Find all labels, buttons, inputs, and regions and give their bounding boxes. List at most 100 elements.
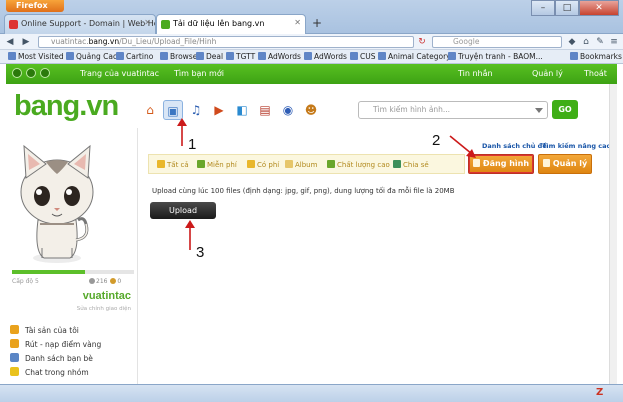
filter-label: Có phí	[257, 161, 280, 169]
page-scrollbar[interactable]	[609, 84, 617, 384]
tab-close-icon[interactable]: ✕	[144, 18, 151, 27]
music-category-icon[interactable]: ♫	[186, 100, 206, 120]
chat-icon	[10, 367, 19, 376]
bookmark-item[interactable]: Browse	[160, 52, 197, 61]
manage-button[interactable]: Quản lý	[538, 154, 592, 174]
browser-statusbar: Z	[0, 384, 623, 402]
address-bar[interactable]: vuatintac.bang.vn/Du_Lieu/Upload_File/Hi…	[38, 36, 414, 48]
filter-paid[interactable]: Có phí	[247, 160, 279, 169]
home-category-icon[interactable]: ⌂	[140, 100, 160, 120]
logo-suffix: .vn	[79, 90, 119, 122]
maximize-button[interactable]: □	[555, 0, 579, 16]
messages-menu[interactable]: Tin nhắn	[458, 69, 493, 78]
wallet-icon	[10, 325, 19, 334]
reload-icon[interactable]: ↻	[416, 36, 428, 48]
upload-instructions: Upload cùng lúc 100 files (định dạng: jp…	[152, 187, 455, 195]
site-logo[interactable]: bang.vn	[14, 90, 119, 123]
user-level: Cấp độ 5	[12, 278, 39, 285]
annotation-number-3: 3	[196, 244, 205, 261]
close-window-button[interactable]: ✕	[579, 0, 619, 16]
left-sidebar: Cấp độ 5 216 0 vuatintac Sửa chính giao …	[6, 128, 138, 394]
filter-label: Miễn phí	[207, 161, 237, 169]
all-icon	[157, 160, 165, 168]
edit-profile-link[interactable]: Sửa chính giao diện	[77, 306, 131, 312]
level-progress-fill	[12, 270, 86, 274]
browser-search-input[interactable]: Google	[432, 36, 562, 48]
menu-icon[interactable]: ≡	[608, 36, 620, 48]
addon-status-icon[interactable]: Z	[596, 387, 607, 398]
advanced-search-link[interactable]: Tìm kiếm nâng cao	[542, 142, 611, 150]
bookmark-item[interactable]: TGTT	[226, 52, 255, 61]
bookmark-item[interactable]: Quảng Cao	[66, 52, 118, 61]
upload-button[interactable]: Upload	[150, 202, 216, 219]
sidebar-item-label: Danh sách bạn bè	[25, 354, 93, 363]
annotation-number-1: 1	[188, 136, 197, 153]
filter-album[interactable]: Album	[285, 160, 317, 169]
friends-icon[interactable]	[26, 68, 36, 78]
tab-online-support[interactable]: Online Support - Domain | Web Hosti... ✕	[4, 14, 156, 34]
filter-label: Chia sẻ	[403, 161, 429, 169]
sidebar-item-friends[interactable]: Danh sách bạn bè	[10, 352, 101, 366]
sidebar-item-group-chat[interactable]: Chat trong nhóm	[10, 366, 101, 380]
filter-shared[interactable]: Chia sẻ	[393, 160, 429, 169]
bookmark-item[interactable]: CUS	[350, 52, 376, 61]
forward-icon[interactable]: ▶	[20, 36, 32, 48]
new-tab-button[interactable]: +	[310, 17, 324, 31]
button-label: Đăng hình	[482, 159, 530, 168]
logout-link[interactable]: Thoát	[584, 69, 607, 78]
notify-icon[interactable]	[40, 68, 50, 78]
dropdown-arrow-icon[interactable]	[535, 108, 543, 113]
image-search-input[interactable]: Tìm kiếm hình ảnh...	[358, 101, 548, 119]
tab-bang-upload[interactable]: Tải dữ liệu lên bang.vn ✕	[156, 14, 306, 34]
cat-avatar-image	[20, 144, 94, 263]
tab-favicon-icon	[9, 20, 18, 29]
category-icon-row: ⌂ ▣ ♫ ▶ ◧ ▤ ◉ ☻	[140, 100, 321, 120]
people-category-icon[interactable]: ☻	[301, 100, 321, 120]
minimize-button[interactable]: –	[531, 0, 555, 16]
addon-icon[interactable]: ◆	[566, 36, 578, 48]
bookmarks-toolbar: Most Visited Quảng Cao Cartino Browse De…	[0, 50, 623, 64]
game-category-icon[interactable]: ◧	[232, 100, 252, 120]
bookmark-item[interactable]: Most Visited	[8, 52, 64, 61]
bookmark-item[interactable]: AdWords	[304, 52, 347, 61]
filter-all[interactable]: Tất cả	[157, 160, 189, 169]
bookmark-item[interactable]: Cartino	[116, 52, 153, 61]
bookmark-item[interactable]: AdWords	[258, 52, 301, 61]
manage-icon	[542, 159, 550, 167]
sidebar-item-assets[interactable]: Tài sản của tôi	[10, 324, 101, 338]
radio-category-icon[interactable]: ◉	[278, 100, 298, 120]
manage-menu[interactable]: Quản lý	[532, 69, 563, 78]
chat-icon[interactable]	[12, 68, 22, 78]
quality-icon	[327, 160, 335, 168]
bookmark-item[interactable]: Truyện tranh - BAOM...	[448, 52, 543, 61]
tab-favicon-icon	[161, 20, 170, 29]
bookmark-item[interactable]: Animal Category	[378, 52, 451, 61]
filter-high-quality[interactable]: Chất lượng cao	[327, 160, 390, 169]
search-go-button[interactable]: GO	[552, 100, 578, 119]
filter-bar: Tất cả Miễn phí Có phí Album Chất lượng …	[148, 154, 465, 174]
home-link[interactable]: Trang của vuatintac	[80, 69, 159, 78]
bookmarks-menu[interactable]: Bookmarks	[570, 52, 622, 61]
filter-label: Chất lượng cao	[337, 161, 390, 169]
tab-close-icon[interactable]: ✕	[294, 18, 301, 27]
book-category-icon[interactable]: ▤	[255, 100, 275, 120]
profile-username[interactable]: vuatintac	[83, 290, 131, 302]
sidebar-item-label: Chat trong nhóm	[25, 368, 89, 377]
point-coin-icon	[89, 278, 95, 284]
home-icon[interactable]: ⌂	[580, 36, 592, 48]
find-friends-link[interactable]: Tìm bạn mới	[174, 69, 224, 78]
filter-free[interactable]: Miễn phí	[197, 160, 237, 169]
tab-label: Online Support - Domain | Web Hosti...	[21, 19, 155, 28]
image-category-icon[interactable]: ▣	[163, 100, 183, 120]
back-icon[interactable]: ◀	[4, 36, 16, 48]
annotation-number-2: 2	[432, 132, 441, 149]
video-category-icon[interactable]: ▶	[209, 100, 229, 120]
bookmark-item[interactable]: Deal	[196, 52, 223, 61]
browser-titlebar: Firefox – □ ✕ Online Support - Domain | …	[0, 0, 623, 34]
tools-icon[interactable]: ✎	[594, 36, 606, 48]
upload-icon	[472, 159, 480, 167]
firefox-menu-button[interactable]: Firefox	[6, 0, 64, 12]
sidebar-item-gold[interactable]: Rút - nạp điểm vàng	[10, 338, 101, 352]
annotation-arrow-2	[449, 135, 476, 158]
topic-list-link[interactable]: Danh sách chủ đề	[482, 142, 547, 150]
